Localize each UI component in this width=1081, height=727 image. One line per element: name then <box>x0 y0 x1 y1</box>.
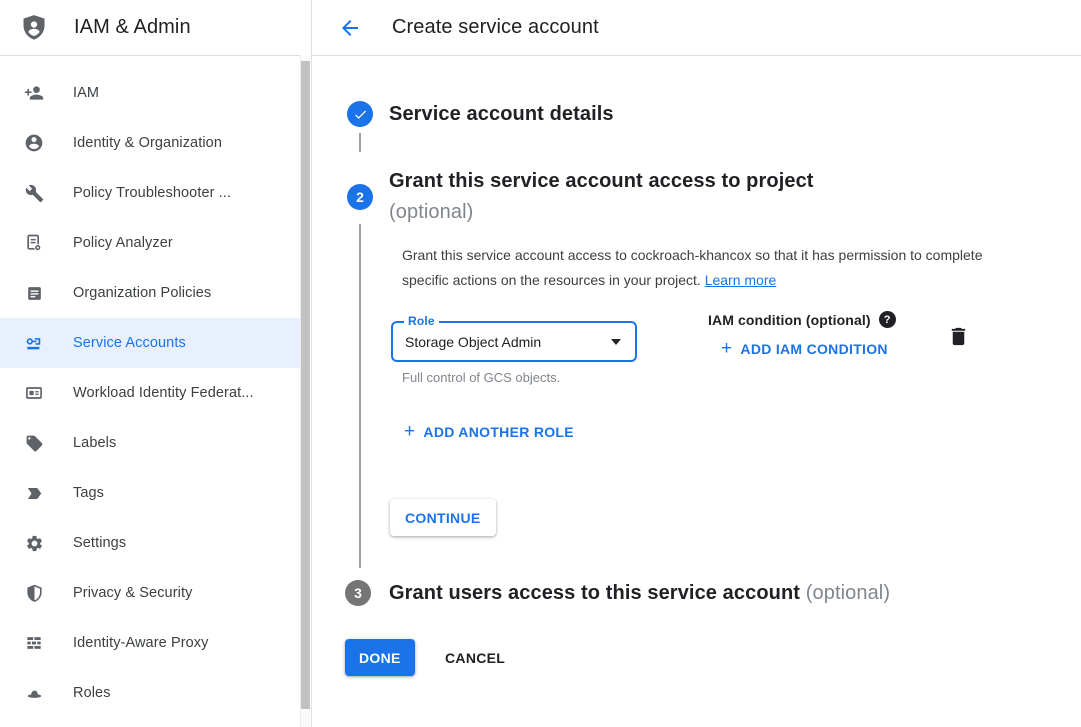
sidebar-item-organization-policies[interactable]: Organization Policies <box>0 268 300 318</box>
add-another-role-button[interactable]: + ADD ANOTHER ROLE <box>404 424 574 440</box>
hat-icon <box>24 683 44 703</box>
role-field-label: Role <box>404 314 439 328</box>
sidebar-item-workload-identity-federation[interactable]: Workload Identity Federat... <box>0 368 300 418</box>
sidebar-scrollbar-thumb[interactable] <box>301 61 310 709</box>
role-select[interactable]: Role Storage Object Admin <box>391 321 637 362</box>
role-selected-value: Storage Object Admin <box>405 334 611 350</box>
role-helper-text: Full control of GCS objects. <box>402 370 560 385</box>
person-add-icon <box>24 83 44 103</box>
sidebar-item-label: IAM <box>73 85 99 101</box>
main-panel: Create service account Service account d… <box>311 0 1081 727</box>
sidebar-item-policy-analyzer[interactable]: Policy Analyzer <box>0 218 300 268</box>
workload-identity-icon <box>24 383 44 403</box>
firewall-icon <box>24 633 44 653</box>
iam-admin-shield-icon <box>20 12 48 44</box>
sidebar-item-tags[interactable]: Tags <box>0 468 300 518</box>
page-header: Create service account <box>312 0 1081 56</box>
sidebar-item-label: Identity-Aware Proxy <box>73 635 209 651</box>
plus-icon: + <box>721 341 732 357</box>
step2-title: Grant this service account access to pro… <box>389 166 814 197</box>
delete-role-trash-icon[interactable] <box>947 325 971 349</box>
step2-description-text: Grant this service account access to coc… <box>402 247 983 288</box>
page-title: Create service account <box>392 16 599 39</box>
iam-condition-label: IAM condition (optional) <box>708 312 871 328</box>
step3-number: 3 <box>354 585 362 601</box>
gcp-console-window: IAM & Admin IAM Identity & Organization <box>0 0 1081 727</box>
plus-icon: + <box>404 424 415 440</box>
gear-icon <box>24 533 44 553</box>
step3-number-badge: 3 <box>345 580 371 606</box>
sidebar-item-label: Workload Identity Federat... <box>73 385 254 401</box>
back-arrow-icon[interactable] <box>338 16 362 40</box>
sidebar-item-label: Settings <box>73 535 126 551</box>
step2-heading: Grant this service account access to pro… <box>389 166 814 228</box>
sidebar-item-label: Roles <box>73 685 111 701</box>
step2-number: 2 <box>356 189 364 205</box>
continue-button[interactable]: CONTINUE <box>390 499 496 536</box>
help-icon[interactable]: ? <box>879 311 896 328</box>
org-policies-icon <box>24 283 44 303</box>
sidebar-nav: IAM Identity & Organization Policy Troub… <box>0 56 300 718</box>
sidebar-item-roles[interactable]: Roles <box>0 668 300 718</box>
step3-heading: Grant users access to this service accou… <box>389 578 890 609</box>
sidebar-scrollbar-track[interactable] <box>300 56 310 727</box>
account-circle-icon <box>24 133 44 153</box>
sidebar-item-labels[interactable]: Labels <box>0 418 300 468</box>
add-another-role-label: ADD ANOTHER ROLE <box>423 424 574 440</box>
cancel-button[interactable]: CANCEL <box>429 639 521 676</box>
step2-number-badge: 2 <box>347 184 373 210</box>
sidebar-item-label: Policy Analyzer <box>73 235 173 251</box>
sidebar-item-service-accounts[interactable]: Service Accounts <box>0 318 300 368</box>
sidebar-item-policy-troubleshooter[interactable]: Policy Troubleshooter ... <box>0 168 300 218</box>
step1-title: Service account details <box>389 99 614 130</box>
step3-title: Grant users access to this service accou… <box>389 582 800 604</box>
sidebar-item-label: Service Accounts <box>73 335 186 351</box>
done-button[interactable]: DONE <box>345 639 415 676</box>
product-title: IAM & Admin <box>74 16 191 39</box>
step-connector-line <box>359 133 361 152</box>
iam-condition-header: IAM condition (optional) ? <box>708 311 896 328</box>
wrench-icon <box>24 183 44 203</box>
sidebar-item-label: Organization Policies <box>73 285 211 301</box>
service-account-key-icon <box>24 333 44 353</box>
step1-completed-check-icon <box>347 101 373 127</box>
sidebar-item-label: Identity & Organization <box>73 135 222 151</box>
sidebar-header: IAM & Admin <box>0 0 300 56</box>
learn-more-link[interactable]: Learn more <box>705 272 777 288</box>
sidebar: IAM & Admin IAM Identity & Organization <box>0 0 300 727</box>
tag-arrow-icon <box>24 483 44 503</box>
sidebar-item-privacy-security[interactable]: Privacy & Security <box>0 568 300 618</box>
sidebar-item-settings[interactable]: Settings <box>0 518 300 568</box>
step-connector-line <box>359 224 361 568</box>
chevron-down-icon <box>611 339 621 345</box>
step3-optional-label: (optional) <box>806 582 890 604</box>
step2-description: Grant this service account access to coc… <box>402 243 987 293</box>
add-iam-condition-button[interactable]: + ADD IAM CONDITION <box>721 341 888 357</box>
sidebar-item-identity-aware-proxy[interactable]: Identity-Aware Proxy <box>0 618 300 668</box>
add-iam-condition-label: ADD IAM CONDITION <box>740 341 887 357</box>
sidebar-item-label: Labels <box>73 435 116 451</box>
sidebar-item-label: Tags <box>73 485 104 501</box>
policy-analyzer-icon <box>24 233 44 253</box>
sidebar-item-identity-organization[interactable]: Identity & Organization <box>0 118 300 168</box>
shield-half-icon <box>24 583 44 603</box>
sidebar-item-iam[interactable]: IAM <box>0 68 300 118</box>
label-tag-icon <box>24 433 44 453</box>
sidebar-item-label: Privacy & Security <box>73 585 192 601</box>
sidebar-item-label: Policy Troubleshooter ... <box>73 185 231 201</box>
step2-optional-label: (optional) <box>389 197 814 228</box>
